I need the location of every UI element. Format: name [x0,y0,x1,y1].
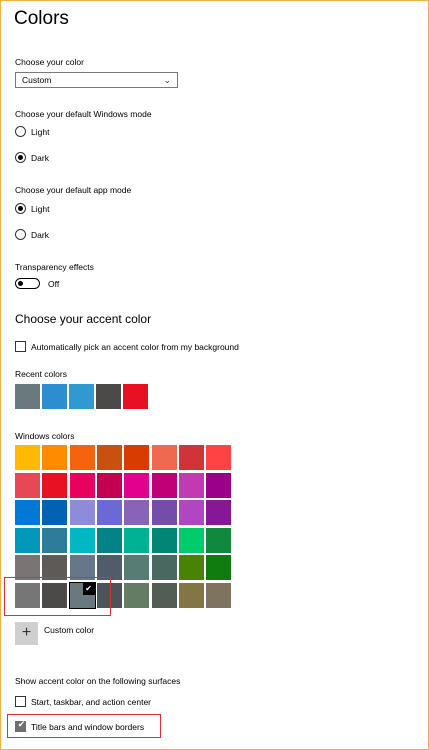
transparency-label: Transparency effects [15,262,94,272]
dropdown-value: Custom [22,75,52,85]
start-taskbar-checkbox[interactable] [15,696,26,707]
windows-color-swatch[interactable] [124,445,150,470]
windows-color-swatch[interactable] [69,472,95,498]
transparency-state: Off [48,279,60,289]
windows-color-swatch[interactable] [124,527,150,553]
windows-color-swatch[interactable] [69,500,95,525]
windows-mode-label: Choose your default Windows mode [15,109,152,119]
windows-color-swatch[interactable] [42,445,68,470]
windows-color-swatch[interactable] [151,472,177,498]
windows-color-swatch[interactable] [178,472,204,498]
windows-color-swatch[interactable] [206,555,232,580]
custom-color-label: Custom color [44,625,95,635]
windows-color-swatch[interactable] [151,527,177,553]
recent-color-swatch[interactable] [15,384,40,409]
transparency-toggle[interactable] [15,278,40,289]
radio-selected-dot [18,155,23,160]
windows-color-swatch[interactable] [15,527,40,553]
windows-color-swatch[interactable] [42,500,68,525]
windows-mode-light-radio[interactable] [15,126,26,137]
windows-color-swatch[interactable] [206,582,232,608]
windows-color-swatch[interactable] [178,500,204,525]
app-mode-light-label: Light [31,204,50,214]
accent-heading: Choose your accent color [15,312,152,326]
windows-color-swatch[interactable] [42,472,68,498]
recent-color-swatch[interactable] [96,384,121,409]
recent-colors-label: Recent colors [15,369,67,379]
windows-mode-dark-label: Dark [31,153,49,163]
windows-color-swatch[interactable] [206,472,232,498]
windows-color-swatch[interactable] [69,527,95,553]
app-mode-light-radio[interactable] [15,203,26,214]
color-mode-dropdown[interactable]: Custom ⌄ [15,72,178,88]
chevron-down-icon: ⌄ [163,75,171,85]
recent-color-swatch[interactable] [42,384,67,409]
windows-color-swatch[interactable] [96,500,122,525]
windows-color-swatch[interactable] [206,527,232,553]
windows-color-swatch[interactable] [15,500,40,525]
windows-color-swatch[interactable] [124,582,150,608]
recent-color-swatch[interactable] [123,384,148,409]
windows-color-swatch[interactable] [96,445,122,470]
windows-color-swatch[interactable] [178,527,204,553]
recent-color-swatch[interactable] [69,384,94,409]
windows-color-swatch[interactable] [124,472,150,498]
windows-color-swatch[interactable] [178,582,204,608]
windows-color-swatch[interactable] [178,555,204,580]
windows-mode-dark-radio[interactable] [15,152,26,163]
windows-color-swatch[interactable] [206,445,232,470]
app-mode-dark-radio[interactable] [15,229,26,240]
windows-color-swatch[interactable] [151,445,177,470]
app-mode-label: Choose your default app mode [15,185,132,195]
surfaces-label: Show accent color on the following surfa… [15,676,181,686]
choose-color-label: Choose your color [15,57,84,67]
windows-color-swatch[interactable] [96,472,122,498]
start-taskbar-label: Start, taskbar, and action center [31,697,152,707]
auto-pick-accent-label: Automatically pick an accent color from … [31,342,239,352]
windows-color-swatch[interactable] [206,500,232,525]
title-bars-highlight-box [7,714,161,738]
windows-color-swatch[interactable] [15,472,40,498]
selection-highlight-box [4,577,111,616]
windows-color-swatch[interactable] [69,445,95,470]
windows-color-swatch[interactable] [151,582,177,608]
windows-color-swatch[interactable] [124,500,150,525]
windows-mode-light-label: Light [31,127,50,137]
windows-color-swatch[interactable] [151,555,177,580]
app-mode-dark-label: Dark [31,230,49,240]
page-title: Colors [14,8,69,29]
windows-color-swatch[interactable] [15,445,40,470]
plus-icon: + [21,624,32,641]
radio-selected-dot [18,206,23,211]
windows-color-swatch[interactable] [178,445,204,470]
windows-color-swatch[interactable] [42,527,68,553]
auto-pick-accent-checkbox[interactable] [15,341,26,352]
toggle-knob [18,281,23,286]
windows-colors-label: Windows colors [15,431,75,441]
windows-color-swatch[interactable] [96,527,122,553]
windows-color-swatch[interactable] [124,555,150,580]
custom-color-button[interactable]: + [15,622,38,645]
windows-color-swatch[interactable] [151,500,177,525]
